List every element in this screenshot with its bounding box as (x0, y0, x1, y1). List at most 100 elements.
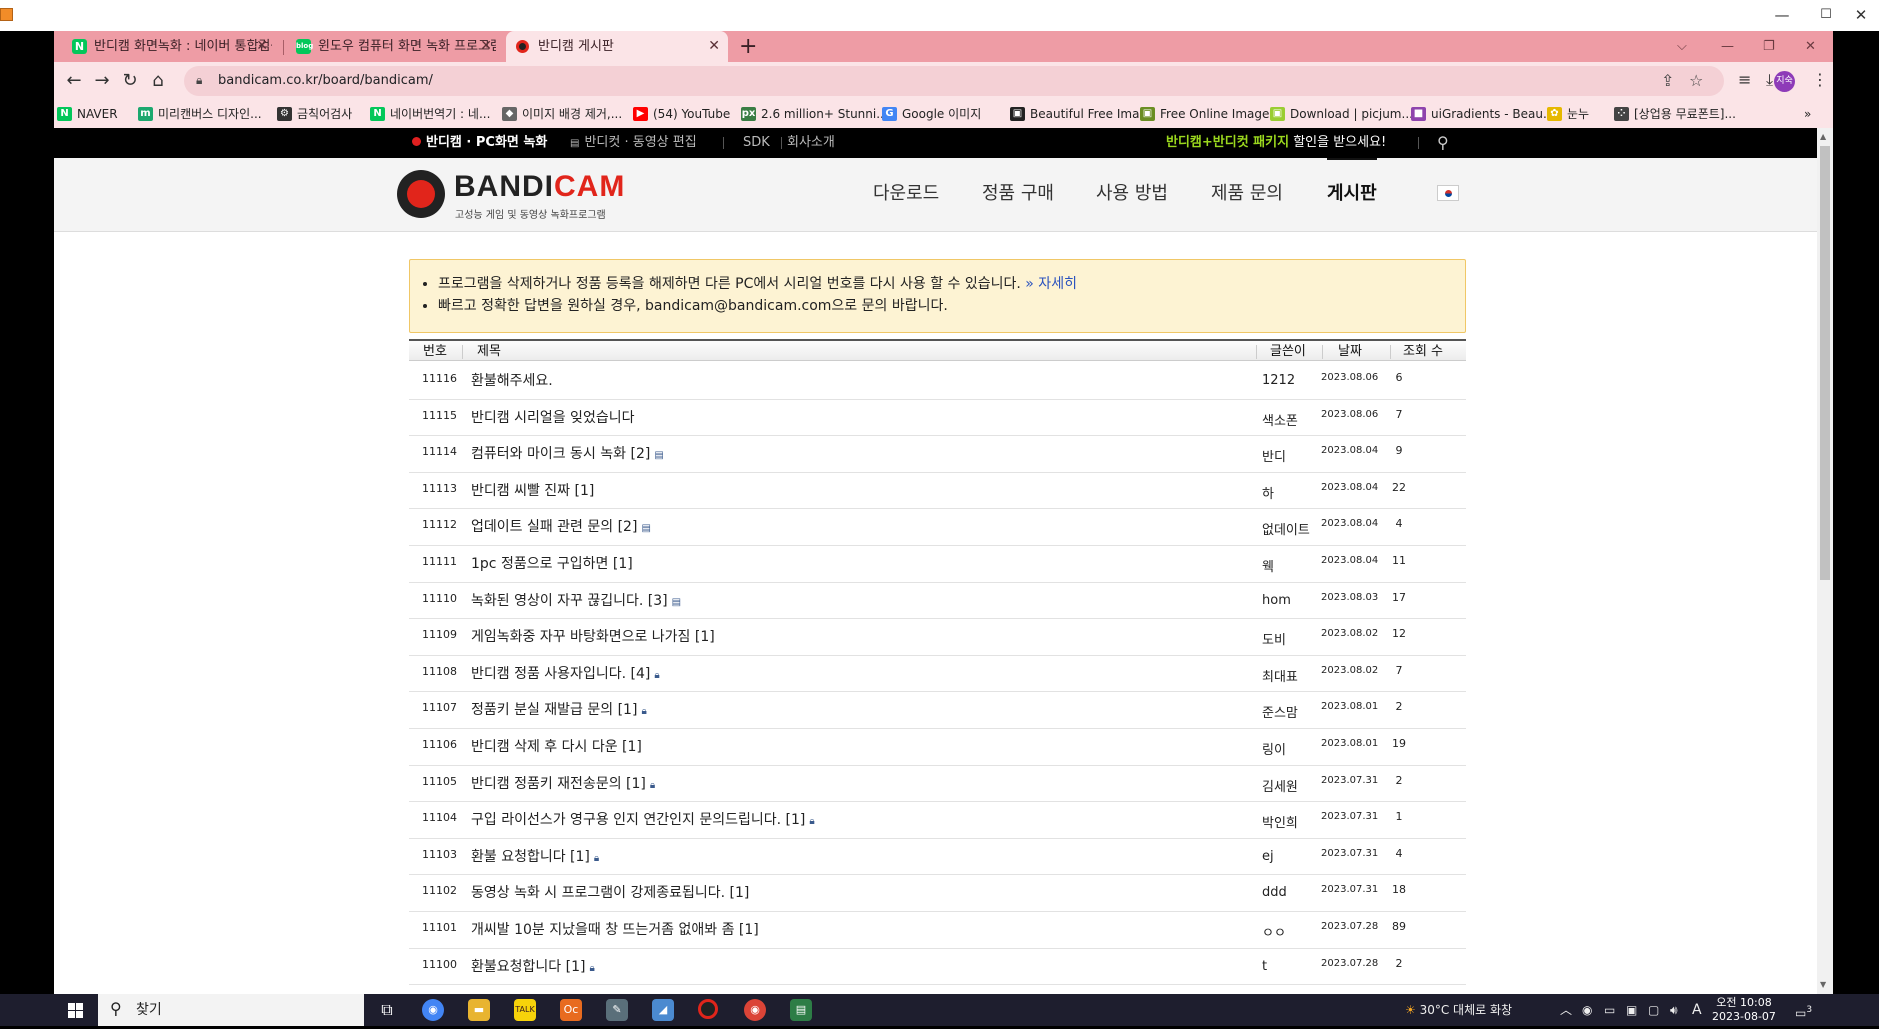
post-author[interactable]: 링이 (1262, 739, 1286, 758)
home-icon[interactable]: ⌂ (146, 69, 170, 93)
bookmark-item[interactable]: ■ uiGradients - Beau... (1411, 100, 1554, 128)
table-row[interactable]: 11102 동영상 녹화 시 프로그램이 강제종료됩니다. [1] ddd 2023.… (409, 875, 1466, 912)
table-row[interactable]: 11114 컴퓨터와 마이크 동시 녹화 [2] ▤ 반디 2023.08.04 9 (409, 436, 1466, 473)
post-title[interactable]: 녹화된 영상이 자꾸 끊깁니다. [3] ▤ (471, 590, 681, 610)
table-row[interactable]: 11116 환불해주세요. 1212 2023.08.06 6 (409, 363, 1466, 400)
post-author[interactable]: hom (1262, 593, 1291, 608)
app-icon-tool[interactable]: ✎ (606, 999, 628, 1021)
table-row[interactable]: 11104 구입 라이선스가 영구용 인지 연간인지 문의드립니다. [1] 🔒︎ 박… (409, 802, 1466, 839)
post-title[interactable]: 환불해주세요. (471, 370, 553, 390)
notice-more-link[interactable]: » 자세히 (1021, 276, 1077, 292)
tray-battery-icon[interactable]: ▭ (1604, 994, 1615, 1026)
chrome-profile-icon[interactable]: ◉ (744, 999, 766, 1021)
post-title[interactable]: 1pc 정품으로 구입하면 [1] (471, 553, 633, 573)
minimize-button[interactable]: — (1759, 2, 1805, 28)
clock[interactable]: 오전 10:08 2023-08-07 (1712, 996, 1776, 1024)
bandicam-logo-icon[interactable] (397, 170, 445, 218)
bookmark-item[interactable]: ▶ (54) YouTube (633, 100, 730, 128)
table-row[interactable]: 11110 녹화된 영상이 자꾸 끊깁니다. [3] ▤ hom 2023.08.03 1… (409, 583, 1466, 620)
profile-avatar[interactable]: 지숙 (1774, 71, 1795, 92)
brand-name[interactable]: BANDICAM (454, 170, 625, 204)
post-title[interactable]: 반디캠 삭제 후 다시 다운 [1] (471, 736, 642, 756)
post-title[interactable]: 구입 라이선스가 영구용 인지 연간인지 문의드립니다. [1] 🔒︎ (471, 809, 815, 829)
menu-download[interactable]: 다운로드 (873, 158, 939, 230)
menu-howto[interactable]: 사용 방법 (1096, 158, 1168, 230)
scroll-down-icon[interactable]: ▼ (1820, 980, 1826, 989)
weather-widget[interactable]: ☀ 30°C 대체로 화창 (1405, 994, 1512, 1026)
post-author[interactable]: 김세원 (1262, 776, 1298, 795)
browser-minimize-icon[interactable]: — (1721, 31, 1734, 62)
task-view-icon[interactable]: ⧉ (376, 999, 398, 1021)
table-row[interactable]: 11111 1pc 정품으로 구입하면 [1] 웩 2023.08.04 11 (409, 546, 1466, 583)
notification-icon[interactable]: ▭3 (1795, 994, 1812, 1029)
header-views[interactable]: 조회 수 (1403, 341, 1443, 363)
bookmark-item[interactable]: ▣ Download | picjum... (1270, 100, 1413, 128)
menu-kebab-icon[interactable]: ⋮ (1812, 70, 1828, 89)
share-icon[interactable]: ⇪ (1661, 71, 1674, 90)
tab-bandicam-board[interactable]: 반디캠 게시판 ✕ (506, 31, 728, 62)
bookmarks-overflow-icon[interactable]: » (1804, 100, 1811, 128)
menu-purchase[interactable]: 정품 구매 (982, 158, 1054, 230)
search-icon[interactable]: ⚲ (1437, 128, 1449, 158)
browser-close-icon[interactable]: ✕ (1805, 31, 1816, 62)
address-bar[interactable]: 🔒︎ bandicam.co.kr/board/bandicam/ ⇪ ☆ (184, 66, 1724, 96)
tray-chevron-icon[interactable]: ︿ (1560, 994, 1572, 1026)
scroll-up-icon[interactable]: ▲ (1820, 132, 1826, 141)
korea-flag-icon[interactable] (1437, 185, 1459, 201)
new-tab-button[interactable]: + (739, 31, 757, 62)
tray-record-icon[interactable]: ◉ (1582, 994, 1592, 1026)
table-row[interactable]: 11105 반디캠 정품키 재전송문의 [1] 🔒︎ 김세원 2023.07.31 2 (409, 766, 1466, 803)
tray-network-icon[interactable]: ▣ (1626, 994, 1637, 1026)
close-tab-icon[interactable]: ✕ (708, 31, 720, 62)
post-title[interactable]: 게임녹화중 자꾸 바탕화면으로 나가짐 [1] (471, 626, 715, 646)
post-title[interactable]: 컴퓨터와 마이크 동시 녹화 [2] ▤ (471, 443, 664, 463)
bookmark-item[interactable]: px 2.6 million+ Stunni... (741, 100, 888, 128)
post-title[interactable]: 반디캠 정품키 재전송문의 [1] 🔒︎ (471, 773, 655, 793)
scroll-thumb[interactable] (1820, 146, 1830, 580)
bookmark-item[interactable]: N 네이버번역기 : 네... (370, 100, 490, 128)
windows-start-icon[interactable] (68, 1003, 83, 1018)
close-tab-icon[interactable]: ✕ (480, 31, 492, 62)
header-no[interactable]: 번호 (423, 341, 447, 363)
post-author[interactable]: 최대표 (1262, 666, 1298, 685)
chrome-icon[interactable]: ◉ (422, 999, 444, 1021)
header-title[interactable]: 제목 (477, 341, 501, 363)
post-author[interactable]: 없데이트 (1262, 519, 1310, 538)
page-scrollbar[interactable]: ▲ ▼ (1817, 128, 1833, 994)
post-author[interactable]: 색소폰 (1262, 410, 1298, 429)
post-title[interactable]: 동영상 녹화 시 프로그램이 강제종료됩니다. [1] (471, 882, 749, 902)
table-row[interactable]: 11112 업데이트 실패 관련 문의 [2] ▤ 없데이트 2023.08.04 4 (409, 509, 1466, 546)
close-tab-icon[interactable]: ✕ (256, 31, 268, 62)
ime-icon[interactable]: A (1692, 994, 1702, 1026)
table-row[interactable]: 11108 반디캠 정품 사용자입니다. [4] 🔒︎ 최대표 2023.08.02 7 (409, 656, 1466, 693)
post-author[interactable]: 1212 (1262, 373, 1295, 388)
reload-icon[interactable]: ↻ (118, 69, 142, 93)
post-author[interactable]: 웩 (1262, 556, 1274, 575)
tray-display-icon[interactable]: ▢ (1648, 994, 1659, 1026)
kakaotalk-icon[interactable]: TALK (514, 999, 536, 1021)
table-row[interactable]: 11115 반디캠 시리얼을 잊었습니다 색소폰 2023.08.06 7 (409, 400, 1466, 437)
bookmark-item[interactable]: ◆ 이미지 배경 제거,... (502, 100, 622, 128)
bookmark-item[interactable]: G Google 이미지 (882, 100, 981, 128)
post-author[interactable]: 반디 (1262, 446, 1286, 465)
app-icon-sheet[interactable]: ▤ (790, 999, 812, 1021)
post-author[interactable]: t (1262, 959, 1267, 974)
menu-inquiry[interactable]: 제품 문의 (1211, 158, 1283, 230)
header-author[interactable]: 글쓴이 (1270, 341, 1306, 363)
post-author[interactable]: ㅇㅇ (1262, 922, 1286, 941)
post-title[interactable]: 정품키 분실 재발급 문의 [1] 🔒︎ (471, 699, 647, 719)
post-author[interactable]: 하 (1262, 483, 1274, 502)
post-author[interactable]: 준스맘 (1262, 702, 1298, 721)
forward-icon[interactable]: → (90, 69, 114, 93)
app-icon-blue[interactable]: ◢ (652, 999, 674, 1021)
tab-blog[interactable]: blog 윈도우 컴퓨터 화면 녹화 프로그램 ✕ (286, 31, 500, 62)
header-date[interactable]: 날짜 (1338, 341, 1362, 363)
post-title[interactable]: 환불요청합니다 [1] 🔒︎ (471, 956, 595, 976)
post-title[interactable]: 반디캠 시리얼을 잊었습니다 (471, 407, 634, 427)
table-row[interactable]: 11101 개씨발 10분 지났을때 창 뜨는거좀 없애봐 좀 [1] ㅇㅇ 2023… (409, 912, 1466, 949)
bookmark-item[interactable]: ✿ 눈누 (1547, 100, 1589, 128)
post-title[interactable]: 반디캠 씨빨 진짜 [1] (471, 480, 594, 500)
bandicam-taskbar-icon[interactable] (698, 999, 718, 1019)
browser-restore-icon[interactable]: ❐ (1763, 31, 1775, 62)
bookmark-item[interactable]: ⁘ [상업용 무료폰트]... (1614, 100, 1736, 128)
